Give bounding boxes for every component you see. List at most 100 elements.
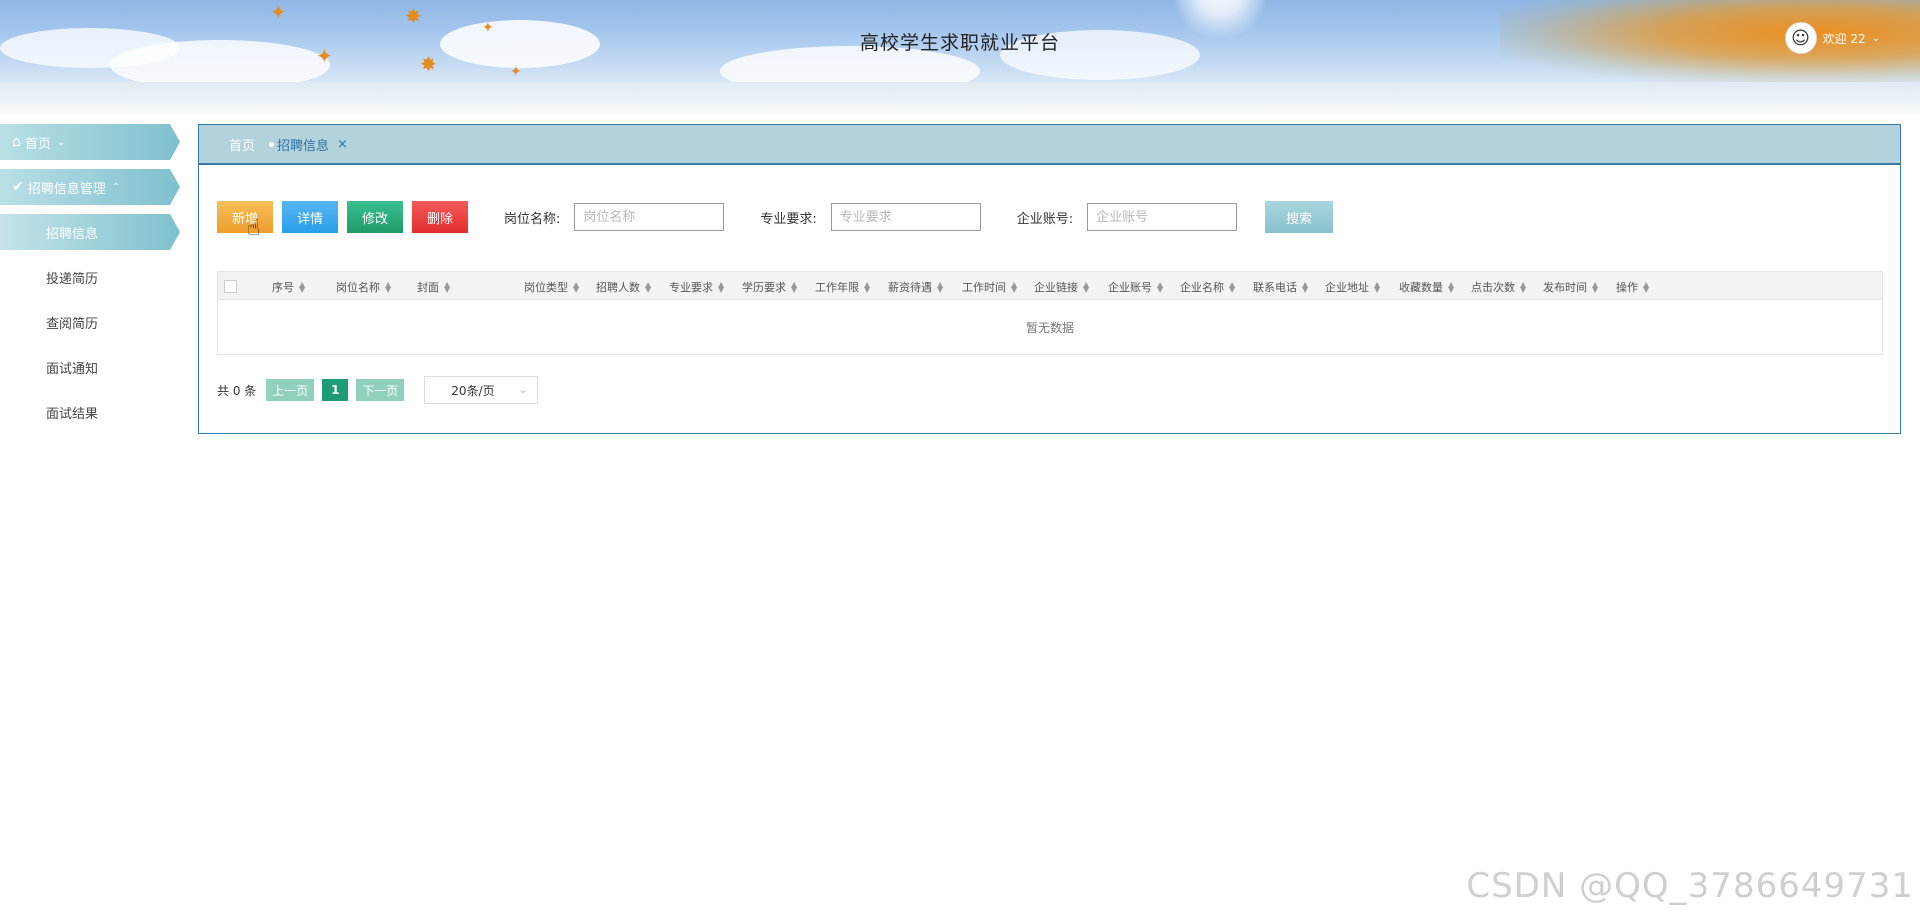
leaf-icon: ✸	[405, 4, 422, 28]
tab-label: 招聘信息	[277, 138, 330, 154]
column-header-label: 岗位类型	[524, 281, 568, 294]
column-header[interactable]: 联系电话 ▲ ▼	[1253, 279, 1308, 295]
sidebar-item-label: 招聘信息管理	[27, 181, 106, 197]
major-input[interactable]	[830, 203, 981, 231]
column-header-label: 专业要求	[669, 281, 713, 294]
chevron-down-icon: ⌄	[56, 136, 66, 148]
search-button[interactable]: 搜索	[1265, 201, 1334, 233]
column-header-label: 操作	[1616, 281, 1638, 294]
sort-icon[interactable]: ▲ ▼	[645, 281, 651, 294]
job-name-input[interactable]	[574, 203, 725, 231]
add-button[interactable]: 新增	[217, 201, 273, 233]
close-icon[interactable]: ×	[337, 137, 348, 152]
sort-icon[interactable]: ▲ ▼	[1011, 281, 1017, 294]
watermark: CSDN @QQ_3786649731	[1466, 866, 1914, 906]
sidebar-item-home[interactable]: ⌂ 首页 ⌄	[0, 124, 180, 160]
column-header[interactable]: 专业要求 ▲ ▼	[669, 279, 724, 295]
sort-icon[interactable]: ▲ ▼	[385, 281, 391, 294]
column-header-label: 收藏数量	[1399, 281, 1443, 294]
column-header-label: 联系电话	[1253, 281, 1297, 294]
sort-icon[interactable]: ▲ ▼	[1643, 281, 1649, 294]
column-header[interactable]: 收藏数量 ▲ ▼	[1399, 279, 1454, 295]
account-input[interactable]	[1087, 203, 1238, 231]
sort-icon[interactable]: ▲ ▼	[718, 281, 724, 294]
column-header[interactable]: 学历要求 ▲ ▼	[742, 279, 797, 295]
chevron-up-icon: ⌃	[111, 181, 121, 193]
leaf-icon: ✦	[510, 64, 522, 80]
avatar[interactable]: ☺	[1784, 22, 1817, 54]
sidebar-item-interview-result[interactable]: 面试结果	[0, 394, 180, 430]
prev-page-button[interactable]: 上一页	[266, 379, 315, 401]
job-name-label: 岗位名称:	[504, 211, 561, 227]
check-circle-icon: ✔	[12, 179, 24, 195]
site-title: 高校学生求职就业平台	[859, 32, 1060, 54]
table-header: 序号 ▲ ▼ 岗位名称 ▲ ▼ 封面 ▲ ▼ 岗位类型 ▲ ▼ 招聘人数 ▲ ▼ 专业要求 ▲ ▼ 学历要求 ▲ ▼ 工作…	[218, 272, 1882, 299]
column-header-label: 学历要求	[742, 281, 786, 294]
sort-icon[interactable]: ▲ ▼	[864, 281, 870, 294]
column-header[interactable]: 序号 ▲ ▼	[272, 279, 305, 295]
next-page-button[interactable]: 下一页	[356, 379, 405, 401]
sidebar-item-label: 面试结果	[46, 406, 99, 422]
sidebar-item-submit-resume[interactable]: 投递简历	[0, 259, 180, 295]
column-header[interactable]: 操作 ▲ ▼	[1616, 279, 1649, 295]
empty-state: 暂无数据	[218, 299, 1882, 354]
column-header[interactable]: 企业账号 ▲ ▼	[1108, 279, 1163, 295]
delete-button[interactable]: 删除	[412, 201, 468, 233]
sidebar-item-label: 投递简历	[46, 271, 99, 287]
sidebar-item-recruitment-info[interactable]: 招聘信息	[0, 214, 180, 250]
column-header-label: 招聘人数	[596, 281, 640, 294]
column-header[interactable]: 点击次数 ▲ ▼	[1471, 279, 1526, 295]
column-header[interactable]: 封面 ▲ ▼	[417, 279, 450, 295]
sidebar-item-interview-notice[interactable]: 面试通知	[0, 349, 180, 385]
header-subbar	[0, 82, 1920, 116]
tab-recruitment-info[interactable]: 招聘信息	[269, 135, 329, 154]
sort-icon[interactable]: ▲ ▼	[1157, 281, 1163, 294]
column-header-label: 序号	[272, 281, 294, 294]
leaf-icon: ✸	[420, 52, 437, 76]
column-header-label: 工作时间	[962, 281, 1006, 294]
column-header[interactable]: 工作时间 ▲ ▼	[962, 279, 1017, 295]
account-label: 企业账号:	[1016, 211, 1074, 227]
sidebar-item-recruitment-management[interactable]: ✔ 招聘信息管理 ⌃	[0, 169, 180, 205]
sort-icon[interactable]: ▲ ▼	[1083, 281, 1089, 294]
total-count: 共 0 条	[217, 383, 257, 398]
sort-icon[interactable]: ▲ ▼	[299, 281, 305, 294]
page-size-select[interactable]: 20条/页 ⌄	[424, 376, 539, 404]
column-header[interactable]: 薪资待遇 ▲ ▼	[888, 279, 943, 295]
sort-icon[interactable]: ▲ ▼	[1302, 281, 1308, 294]
major-label: 专业要求:	[760, 211, 817, 227]
user-menu[interactable]: ☺ 欢迎 22 ⌄	[1784, 22, 1880, 54]
sort-icon[interactable]: ▲ ▼	[1229, 281, 1235, 294]
detail-button[interactable]: 详情	[282, 201, 338, 233]
column-header-label: 工作年限	[815, 281, 859, 294]
sort-icon[interactable]: ▲ ▼	[573, 281, 579, 294]
column-header[interactable]: 工作年限 ▲ ▼	[815, 279, 870, 295]
sort-icon[interactable]: ▲ ▼	[937, 281, 943, 294]
column-header[interactable]: 企业链接 ▲ ▼	[1034, 279, 1089, 295]
column-header[interactable]: 发布时间 ▲ ▼	[1543, 279, 1598, 295]
tab-home[interactable]: 首页	[229, 135, 255, 154]
column-header-label: 岗位名称	[336, 281, 380, 294]
leaf-icon: ✦	[270, 0, 287, 24]
sort-icon[interactable]: ▲ ▼	[1592, 281, 1598, 294]
sort-icon[interactable]: ▲ ▼	[444, 281, 450, 294]
sort-icon[interactable]: ▲ ▼	[1520, 281, 1526, 294]
sort-icon[interactable]: ▲ ▼	[1448, 281, 1454, 294]
column-header[interactable]: 招聘人数 ▲ ▼	[596, 279, 651, 295]
sort-icon[interactable]: ▲ ▼	[1374, 281, 1380, 294]
pointer-cursor-icon: ☝	[247, 216, 261, 241]
column-header[interactable]: 企业地址 ▲ ▼	[1325, 279, 1380, 295]
page-number-button[interactable]: 1	[322, 379, 349, 401]
sidebar-item-label: 招聘信息	[46, 226, 99, 242]
sort-icon[interactable]: ▲ ▼	[791, 281, 797, 294]
column-header[interactable]: 企业名称 ▲ ▼	[1180, 279, 1235, 295]
page-size-value: 20条/页	[451, 383, 495, 398]
edit-button[interactable]: 修改	[347, 201, 403, 233]
column-header[interactable]: 岗位名称 ▲ ▼	[336, 279, 391, 295]
pagination: 共 0 条 上一页 1 下一页 20条/页 ⌄	[217, 376, 539, 404]
sidebar-item-view-resume[interactable]: 查阅简历	[0, 304, 180, 340]
data-table: 序号 ▲ ▼ 岗位名称 ▲ ▼ 封面 ▲ ▼ 岗位类型 ▲ ▼ 招聘人数 ▲ ▼ 专业要求 ▲ ▼ 学历要求 ▲ ▼ 工作…	[217, 271, 1883, 355]
toolbar: 新增 详情 修改 删除 岗位名称: 专业要求: 企业账号: 搜索	[217, 201, 1334, 233]
column-header[interactable]: 岗位类型 ▲ ▼	[524, 279, 579, 295]
select-all-checkbox[interactable]	[224, 280, 237, 293]
